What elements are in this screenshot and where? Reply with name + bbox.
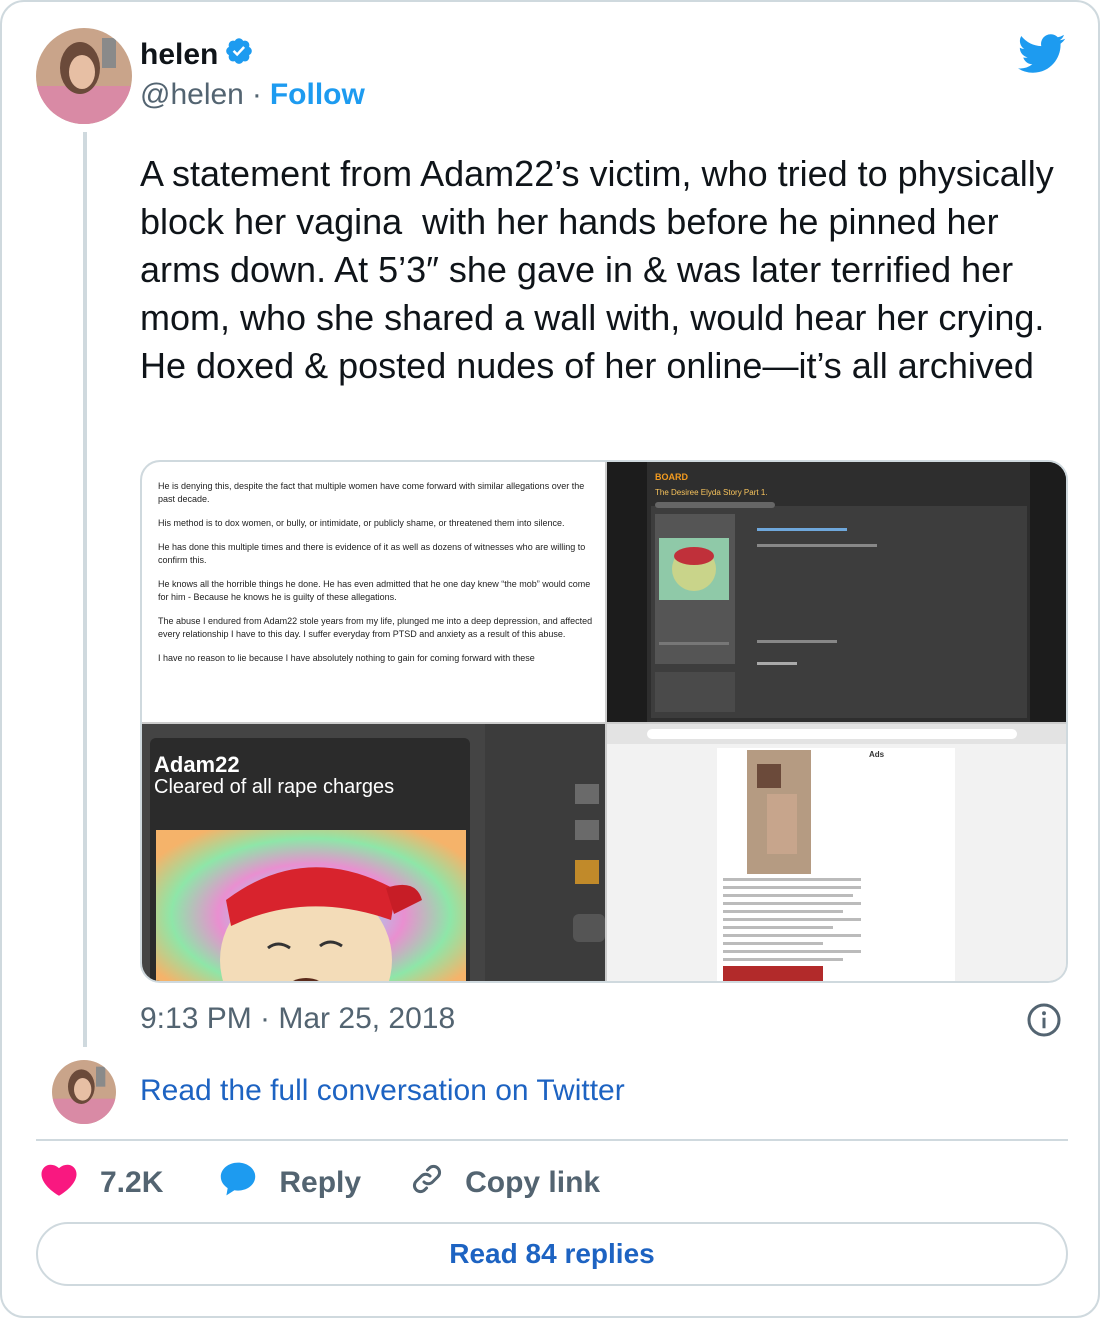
statement-screenshot[interactable]: He is denying this, despite the fact tha… xyxy=(142,462,605,722)
thread-line xyxy=(83,132,87,1047)
forum-background xyxy=(607,462,1066,722)
like-button[interactable]: 7.2K xyxy=(40,1161,163,1205)
statement-paragraph: He knows all the horrible things he done… xyxy=(158,579,591,602)
zoomed-profile-screenshot[interactable]: Adam22 Cleared of all rape charges xyxy=(142,724,605,981)
reply-label: Reply xyxy=(279,1166,362,1199)
archive-page-image xyxy=(607,724,1066,981)
statement-paragraph: He is denying this, despite the fact tha… xyxy=(158,481,585,504)
archive-screenshot[interactable]: Ads xyxy=(607,724,1066,981)
read-conversation-link[interactable]: Read the full conversation on Twitter xyxy=(140,1074,625,1108)
author-handle[interactable]: @helen xyxy=(140,78,244,112)
statement-paragraph: His method is to dox women, or bully, or… xyxy=(158,518,565,528)
info-icon[interactable] xyxy=(1026,1002,1062,1043)
follow-button[interactable]: Follow xyxy=(270,78,365,112)
cartoon-avatar-image xyxy=(156,830,466,981)
statement-paragraph: I have no reason to lie because I have a… xyxy=(158,653,535,663)
link-icon xyxy=(409,1161,465,1205)
twitter-bird-icon[interactable] xyxy=(1018,34,1066,79)
conversation-avatar[interactable] xyxy=(52,1060,116,1124)
reply-button[interactable]: Reply xyxy=(219,1161,361,1205)
archive-ads-label: Ads xyxy=(869,750,885,759)
actions-divider xyxy=(36,1139,1068,1141)
forum-screenshot[interactable]: BOARD The Desiree Elyda Story Part 1. xyxy=(607,462,1066,722)
verified-badge-icon xyxy=(224,36,254,74)
action-bar: 7.2K Reply Copy link xyxy=(40,1160,600,1206)
like-count: 7.2K xyxy=(100,1166,164,1199)
handle-separator: · xyxy=(251,78,262,111)
statement-paragraph: The abuse I endured from Adam22 stole ye… xyxy=(158,616,593,639)
reply-bubble-icon xyxy=(219,1161,279,1205)
statement-paragraph: He has done this multiple times and ther… xyxy=(158,542,586,565)
media-grid[interactable]: He is denying this, despite the fact tha… xyxy=(140,460,1068,983)
copy-link-label: Copy link xyxy=(465,1166,601,1199)
tweet-card: helen @helen · Follow A statement from A… xyxy=(0,0,1100,1318)
author-name[interactable]: helen xyxy=(140,36,254,74)
zoomed-page-fragment xyxy=(485,724,605,981)
copy-link-button[interactable]: Copy link xyxy=(409,1161,600,1205)
author-name-text[interactable]: helen xyxy=(140,38,218,72)
author-handle-row: @helen · Follow xyxy=(140,78,365,112)
tweet-text: A statement from Adam22’s victim, who tr… xyxy=(140,153,1064,386)
tweet-timestamp[interactable]: 9:13 PM · Mar 25, 2018 xyxy=(140,1002,455,1036)
forum-title: The Desiree Elyda Story Part 1. xyxy=(655,488,768,497)
author-avatar[interactable] xyxy=(36,28,132,124)
heart-icon xyxy=(40,1161,100,1205)
zoomed-subtitle: Cleared of all rape charges xyxy=(154,776,395,798)
forum-header: BOARD xyxy=(655,472,688,482)
read-replies-button[interactable]: Read 84 replies xyxy=(36,1222,1068,1286)
zoomed-username: Adam22 xyxy=(154,752,240,777)
